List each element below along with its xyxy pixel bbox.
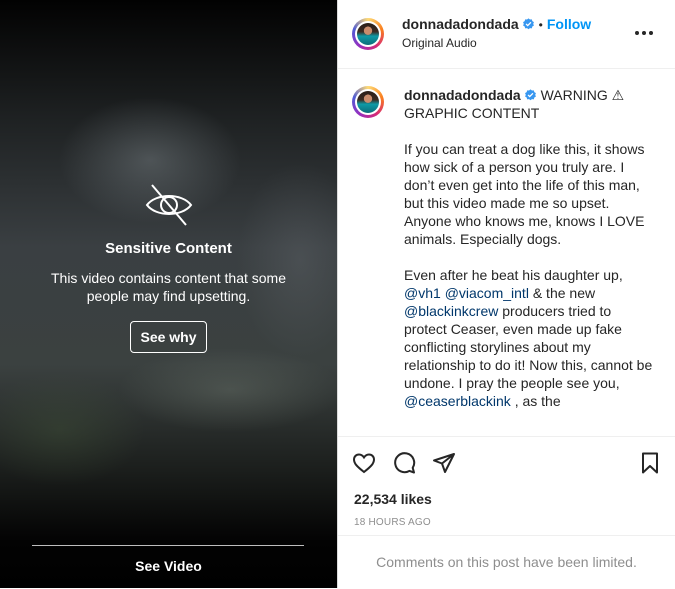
caption-headline: donnadadondada WARNING ⚠ GRAPHIC CONTENT: [404, 86, 644, 122]
comments-limited-notice: Comments on this post have been limited.: [338, 535, 675, 589]
sensitive-content-title: Sensitive Content: [105, 240, 232, 257]
heart-icon[interactable]: [352, 451, 376, 475]
eye-off-icon: [145, 184, 192, 226]
media-divider: [32, 545, 304, 546]
header-separator: •: [538, 18, 543, 32]
caption-text: & the new: [532, 285, 596, 301]
mention-link[interactable]: @blackinkcrew: [404, 303, 498, 319]
post-header: donnadadondada • Follow Original Audio: [338, 0, 675, 69]
header-username[interactable]: donnadadondada: [402, 16, 519, 32]
caption-paragraph: If you can treat a dog like this, it sho…: [404, 141, 645, 247]
avatar-photo: [357, 23, 379, 45]
verified-badge-icon: [522, 18, 534, 30]
caption-text: Even after he beat his daughter up,: [404, 267, 623, 283]
caption-text: , as the: [514, 393, 561, 409]
header-user-line: donnadadondada • Follow: [402, 16, 591, 32]
action-bar: [352, 451, 662, 475]
mention-link[interactable]: @vh1: [404, 285, 441, 301]
comment-icon[interactable]: [392, 451, 416, 475]
caption-avatar[interactable]: [352, 86, 384, 118]
sensitive-content-description: This video contains content that some pe…: [50, 270, 287, 304]
bookmark-icon[interactable]: [638, 451, 662, 475]
caption-username[interactable]: donnadadondada: [404, 87, 521, 103]
caption-paragraph: Even after he beat his daughter up, @vh1…: [404, 266, 654, 410]
post-side-panel: donnadadondada • Follow Original Audio don…: [337, 0, 675, 588]
verified-badge-icon: [524, 89, 536, 101]
see-video-button[interactable]: See Video: [0, 558, 337, 574]
post-timestamp[interactable]: 18 HOURS AGO: [354, 517, 431, 528]
caption-area[interactable]: donnadadondada WARNING ⚠ GRAPHIC CONTENT…: [338, 69, 675, 437]
more-options-icon[interactable]: [635, 31, 653, 35]
avatar[interactable]: [352, 18, 384, 50]
mention-link[interactable]: @ceaserblackink: [404, 393, 511, 409]
sensitive-content-overlay: Sensitive Content This video contains co…: [0, 180, 337, 353]
mention-link[interactable]: @viacom_intl: [445, 285, 529, 301]
original-audio-link[interactable]: Original Audio: [402, 36, 477, 50]
follow-button[interactable]: Follow: [547, 16, 591, 32]
caption-body: If you can treat a dog like this, it sho…: [404, 140, 654, 428]
share-icon[interactable]: [432, 451, 456, 475]
caption-avatar-photo: [357, 91, 379, 113]
see-why-button[interactable]: See why: [130, 321, 207, 353]
likes-count[interactable]: 22,534 likes: [354, 491, 432, 507]
video-pane[interactable]: Sensitive Content This video contains co…: [0, 0, 337, 588]
